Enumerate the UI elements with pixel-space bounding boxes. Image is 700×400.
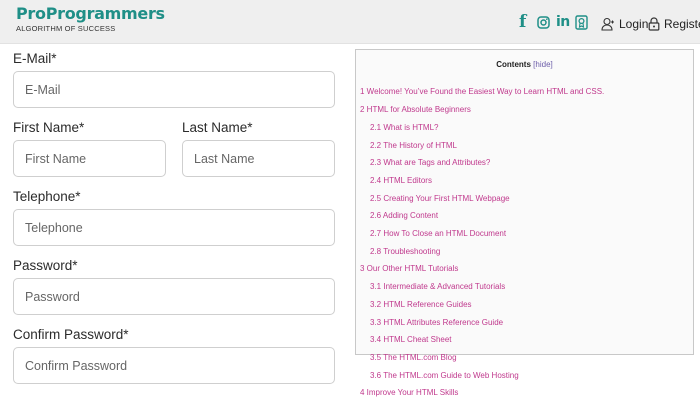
confirm-password-field[interactable]: [13, 347, 335, 384]
toc-item[interactable]: 2.5 Creating Your First HTML Webpage: [370, 194, 510, 204]
toc-item[interactable]: 3.2 HTML Reference Guides: [370, 300, 472, 310]
logo-title: ProProgrammers: [16, 4, 165, 23]
login-link[interactable]: Login: [601, 15, 648, 33]
lock-icon: [648, 17, 660, 31]
toc-item[interactable]: 3 Our Other HTML Tutorials: [360, 264, 458, 274]
toc-title: Contents: [496, 60, 531, 69]
toc-item[interactable]: 2.8 Troubleshooting: [370, 247, 440, 257]
telephone-label: Telephone*: [13, 189, 81, 204]
toc-item[interactable]: 3.6 The HTML.com Guide to Web Hosting: [370, 371, 519, 381]
register-label: Register: [664, 17, 700, 31]
toc-item[interactable]: 3.5 The HTML.com Blog: [370, 353, 457, 363]
last-name-field[interactable]: [182, 140, 335, 177]
linkedin-icon[interactable]: in: [556, 12, 570, 32]
toc-item[interactable]: 2.6 Adding Content: [370, 211, 438, 221]
site-header: ProProgrammers ALGORITHM OF SUCCESS f in…: [0, 0, 700, 44]
instagram-icon[interactable]: [537, 12, 550, 32]
email-label: E-Mail*: [13, 51, 57, 66]
toc-item[interactable]: 2.7 How To Close an HTML Document: [370, 229, 506, 239]
toc-item[interactable]: 3.1 Intermediate & Advanced Tutorials: [370, 282, 505, 292]
toc-item[interactable]: 1 Welcome! You’ve Found the Easiest Way …: [360, 87, 604, 97]
last-name-label: Last Name*: [182, 120, 253, 135]
first-name-field[interactable]: [13, 140, 166, 177]
telephone-field[interactable]: [13, 209, 335, 246]
site-logo[interactable]: ProProgrammers ALGORITHM OF SUCCESS: [16, 4, 165, 34]
toc-item[interactable]: 4 Improve Your HTML Skills: [360, 388, 458, 398]
facebook-icon[interactable]: f: [519, 12, 526, 32]
toc-header: Contents [hide]: [356, 60, 693, 69]
toc-item[interactable]: 2 HTML for Absolute Beginners: [360, 105, 471, 115]
toc-item[interactable]: 2.1 What is HTML?: [370, 123, 438, 133]
toc-item[interactable]: 3.3 HTML Attributes Reference Guide: [370, 318, 503, 328]
certificate-icon[interactable]: [575, 12, 588, 32]
user-icon: [601, 17, 614, 31]
logo-tagline: ALGORITHM OF SUCCESS: [16, 24, 116, 33]
confirm-password-label: Confirm Password*: [13, 327, 129, 342]
toc-item[interactable]: 2.3 What are Tags and Attributes?: [370, 158, 490, 168]
first-name-label: First Name*: [13, 120, 85, 135]
password-field[interactable]: [13, 278, 335, 315]
toc-hide-toggle[interactable]: [hide]: [533, 60, 553, 69]
password-label: Password*: [13, 258, 78, 273]
toc-item[interactable]: 2.2 The History of HTML: [370, 141, 457, 151]
toc-item[interactable]: 2.4 HTML Editors: [370, 176, 432, 186]
register-link[interactable]: Register: [648, 15, 700, 33]
email-field[interactable]: [13, 71, 335, 108]
toc-item[interactable]: 3.4 HTML Cheat Sheet: [370, 335, 452, 345]
login-label: Login: [619, 17, 649, 31]
